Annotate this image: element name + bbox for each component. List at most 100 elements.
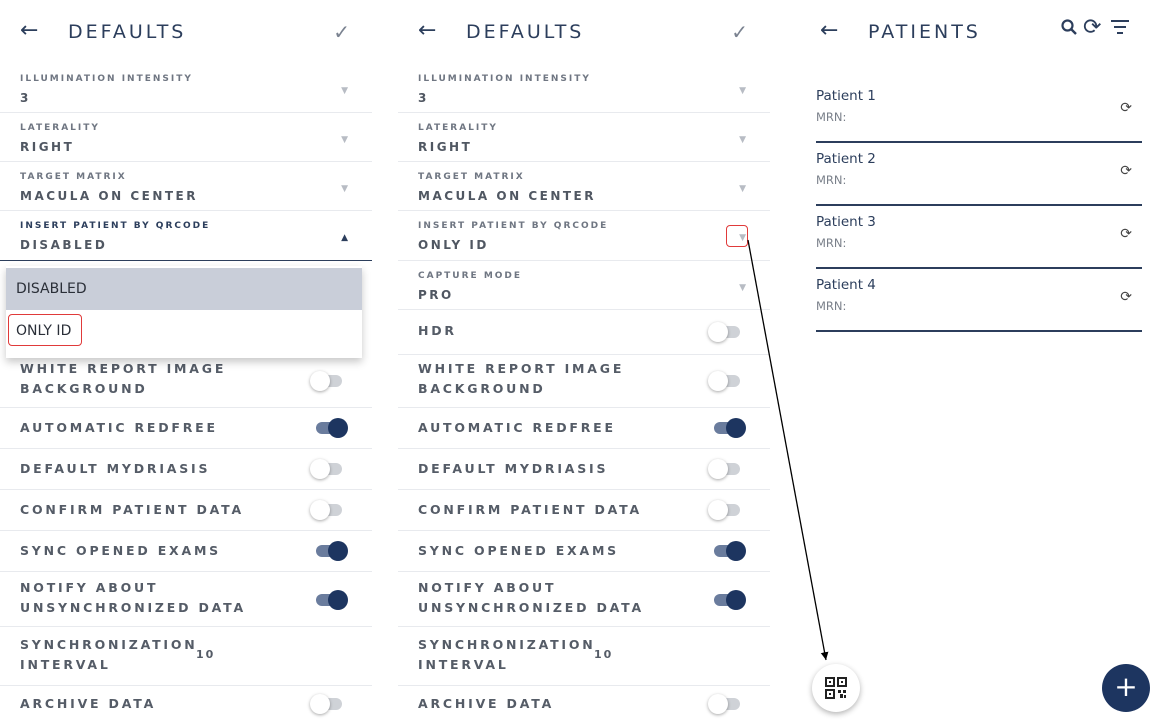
white-report-background-row: WHITE REPORT IMAGE BACKGROUND <box>398 355 770 408</box>
highlight-box <box>8 314 82 346</box>
hdr-row: HDR <box>398 310 770 355</box>
confirm-patient-data-toggle[interactable] <box>708 500 740 520</box>
patient-list-item[interactable]: Patient 4 MRN: ⟳ <box>816 269 1142 332</box>
target-matrix-select[interactable]: TARGET MATRIX MACULA ON CENTER ▼ <box>0 162 372 211</box>
chevron-down-icon: ▼ <box>341 86 348 96</box>
patient-mrn: MRN: <box>816 299 847 313</box>
page-title: DEFAULTS <box>466 21 585 43</box>
white-report-background-toggle[interactable] <box>708 371 740 391</box>
patient-mrn: MRN: <box>816 110 847 124</box>
toggle-label: ARCHIVE DATA <box>20 696 157 711</box>
notify-unsynchronized-toggle[interactable] <box>316 590 348 610</box>
setting-value: RIGHT <box>20 140 75 154</box>
automatic-redfree-row: AUTOMATIC REDFREE <box>0 408 372 449</box>
archive-data-row: ARCHIVE DATA <box>0 686 372 720</box>
search-icon[interactable] <box>1060 18 1078 41</box>
toggle-label: CONFIRM PATIENT DATA <box>418 502 642 517</box>
qr-code-scan-button[interactable] <box>812 664 860 712</box>
option-label: DISABLED <box>16 281 87 297</box>
patient-list-item[interactable]: Patient 2 MRN: ⟳ <box>816 143 1142 206</box>
confirm-patient-data-toggle[interactable] <box>310 500 342 520</box>
setting-label: INSERT PATIENT BY QRCODE <box>20 221 211 231</box>
sync-opened-exams-toggle[interactable] <box>714 541 746 561</box>
toggle-label: BACKGROUND <box>418 381 546 396</box>
illumination-intensity-select[interactable]: ILLUMINATION INTENSITY 3 ▼ <box>398 64 770 113</box>
toggle-label: WHITE REPORT IMAGE <box>418 361 625 376</box>
default-mydriasis-toggle[interactable] <box>310 459 342 479</box>
sync-icon[interactable]: ⟳ <box>1120 289 1132 305</box>
target-matrix-select[interactable]: TARGET MATRIX MACULA ON CENTER ▼ <box>398 162 770 211</box>
notify-unsynchronized-toggle[interactable] <box>714 590 746 610</box>
page-title: PATIENTS <box>868 21 981 43</box>
setting-label: INSERT PATIENT BY QRCODE <box>418 221 609 231</box>
check-icon[interactable]: ✓ <box>333 20 350 44</box>
chevron-down-icon: ▼ <box>739 86 746 96</box>
illumination-intensity-select[interactable]: ILLUMINATION INTENSITY 3 ▼ <box>0 64 372 113</box>
toggle-label: NOTIFY ABOUT <box>20 580 159 595</box>
sync-opened-exams-row: SYNC OPENED EXAMS <box>398 531 770 572</box>
archive-data-toggle[interactable] <box>708 694 740 714</box>
patients-panel: ← PATIENTS ⟳ Patient 1 MRN: ⟳ Patient 2 … <box>800 0 1150 720</box>
setting-label: TARGET MATRIX <box>418 172 525 182</box>
toggle-label: BACKGROUND <box>20 381 148 396</box>
setting-value: DISABLED <box>20 238 108 252</box>
page-title: DEFAULTS <box>68 21 187 43</box>
setting-label: INTERVAL <box>20 657 111 672</box>
archive-data-toggle[interactable] <box>310 694 342 714</box>
check-icon[interactable]: ✓ <box>731 20 748 44</box>
synchronization-interval-row[interactable]: SYNCHRONIZATION INTERVAL 10 <box>0 627 372 686</box>
default-mydriasis-toggle[interactable] <box>708 459 740 479</box>
filter-icon[interactable] <box>1110 18 1130 41</box>
arrow-left-icon[interactable]: ← <box>820 18 838 43</box>
toggle-label: DEFAULT MYDRIASIS <box>20 461 211 476</box>
laterality-select[interactable]: LATERALITY RIGHT ▼ <box>398 113 770 162</box>
sync-interval-value: 10 <box>196 648 216 661</box>
chevron-down-icon: ▼ <box>341 184 348 194</box>
laterality-select[interactable]: LATERALITY RIGHT ▼ <box>0 113 372 162</box>
setting-label: LATERALITY <box>418 123 498 133</box>
sync-icon[interactable]: ⟳ <box>1083 15 1101 40</box>
toggle-label: UNSYNCHRONIZED DATA <box>20 600 246 615</box>
defaults-panel-middle: ← DEFAULTS ✓ ILLUMINATION INTENSITY 3 ▼ … <box>398 0 770 720</box>
sync-opened-exams-row: SYNC OPENED EXAMS <box>0 531 372 572</box>
patient-name: Patient 3 <box>816 214 876 230</box>
sync-opened-exams-toggle[interactable] <box>316 541 348 561</box>
hdr-toggle[interactable] <box>708 322 740 342</box>
setting-label: CAPTURE MODE <box>418 271 523 281</box>
automatic-redfree-toggle[interactable] <box>714 418 746 438</box>
insert-patient-qrcode-select[interactable]: INSERT PATIENT BY QRCODE DISABLED ▲ <box>0 211 372 261</box>
setting-label: ILLUMINATION INTENSITY <box>418 74 591 84</box>
notify-unsynchronized-row: NOTIFY ABOUT UNSYNCHRONIZED DATA <box>0 572 372 627</box>
setting-label: SYNCHRONIZATION <box>418 637 596 652</box>
header: ← PATIENTS ⟳ <box>800 0 1150 64</box>
synchronization-interval-row[interactable]: SYNCHRONIZATION INTERVAL 10 <box>398 627 770 686</box>
qrcode-dropdown-menu: DISABLED ONLY ID <box>6 266 362 358</box>
dropdown-option-disabled[interactable]: DISABLED <box>6 268 362 310</box>
qr-code-icon <box>825 675 847 700</box>
arrow-left-icon[interactable]: ← <box>20 18 38 43</box>
setting-label: ILLUMINATION INTENSITY <box>20 74 193 84</box>
chevron-down-icon: ▼ <box>341 135 348 145</box>
sync-icon[interactable]: ⟳ <box>1120 226 1132 242</box>
patient-mrn: MRN: <box>816 173 847 187</box>
setting-value: PRO <box>418 288 454 302</box>
sync-icon[interactable]: ⟳ <box>1120 100 1132 116</box>
toggle-label: DEFAULT MYDRIASIS <box>418 461 609 476</box>
automatic-redfree-toggle[interactable] <box>316 418 348 438</box>
chevron-down-icon: ▼ <box>739 135 746 145</box>
sync-interval-value: 10 <box>594 648 614 661</box>
patient-list-item[interactable]: Patient 3 MRN: ⟳ <box>816 206 1142 269</box>
patient-list-item[interactable]: Patient 1 MRN: ⟳ <box>816 80 1142 143</box>
highlight-box <box>726 225 748 247</box>
insert-patient-qrcode-select[interactable]: INSERT PATIENT BY QRCODE ONLY ID ▼ <box>398 211 770 261</box>
patient-name: Patient 1 <box>816 88 876 104</box>
add-patient-button[interactable]: + <box>1102 664 1150 712</box>
white-report-background-toggle[interactable] <box>310 371 342 391</box>
setting-label: INTERVAL <box>418 657 509 672</box>
sync-icon[interactable]: ⟳ <box>1120 163 1132 179</box>
setting-value: ONLY ID <box>418 238 489 252</box>
setting-value: MACULA ON CENTER <box>20 189 198 203</box>
capture-mode-select[interactable]: CAPTURE MODE PRO ▼ <box>398 261 770 310</box>
arrow-left-icon[interactable]: ← <box>418 18 436 43</box>
notify-unsynchronized-row: NOTIFY ABOUT UNSYNCHRONIZED DATA <box>398 572 770 627</box>
